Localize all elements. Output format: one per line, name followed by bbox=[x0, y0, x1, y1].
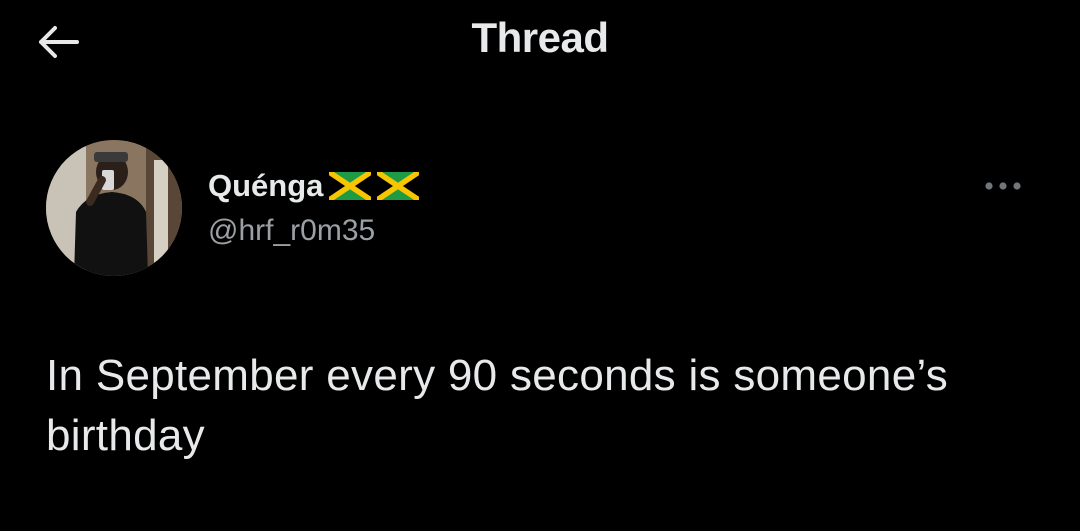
thread-header: Thread bbox=[0, 0, 1080, 90]
more-options-button[interactable] bbox=[978, 168, 1028, 204]
page-title: Thread bbox=[471, 14, 609, 61]
tweet-author: Quénga @hrf_r0m35 bbox=[208, 166, 420, 248]
avatar[interactable] bbox=[46, 140, 182, 276]
display-name[interactable]: Quénga bbox=[208, 168, 323, 204]
jamaica-flag-icon bbox=[377, 172, 420, 200]
jamaica-flag-icon bbox=[329, 172, 372, 200]
more-horizontal-icon bbox=[985, 182, 1021, 190]
user-handle[interactable]: @hrf_r0m35 bbox=[208, 214, 419, 248]
name-row: Quénga bbox=[208, 166, 420, 206]
tweet-text: In September every 90 seconds is someone… bbox=[46, 351, 949, 460]
